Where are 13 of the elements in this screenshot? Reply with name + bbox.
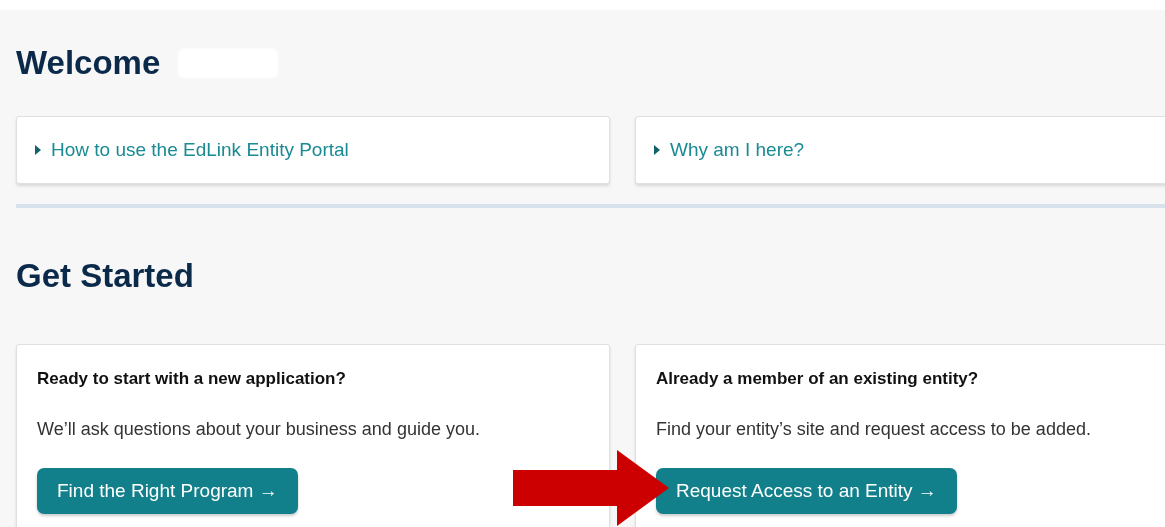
caret-icon (35, 145, 41, 155)
accordion-toggle[interactable]: Why am I here? (654, 139, 805, 161)
action-button[interactable]: Request Access to an Entity → (656, 468, 957, 514)
card-title: Ready to start with a new application? (37, 369, 347, 389)
caret-icon (654, 145, 660, 155)
card-description: We’ll ask questions about your business and guide you. (37, 419, 481, 440)
accordion-toggle[interactable]: How to use the EdLink Entity Portal (35, 139, 349, 161)
action-button[interactable]: Find the Right Program → (37, 468, 298, 514)
card-title: Already a member of an existing entity? (656, 369, 980, 389)
card-description: Find your entity’s site and request access to be added. (656, 419, 1092, 440)
section-heading: Get Started (16, 256, 195, 296)
arrow-icon (513, 450, 669, 526)
welcome-heading: Welcome (16, 44, 161, 82)
